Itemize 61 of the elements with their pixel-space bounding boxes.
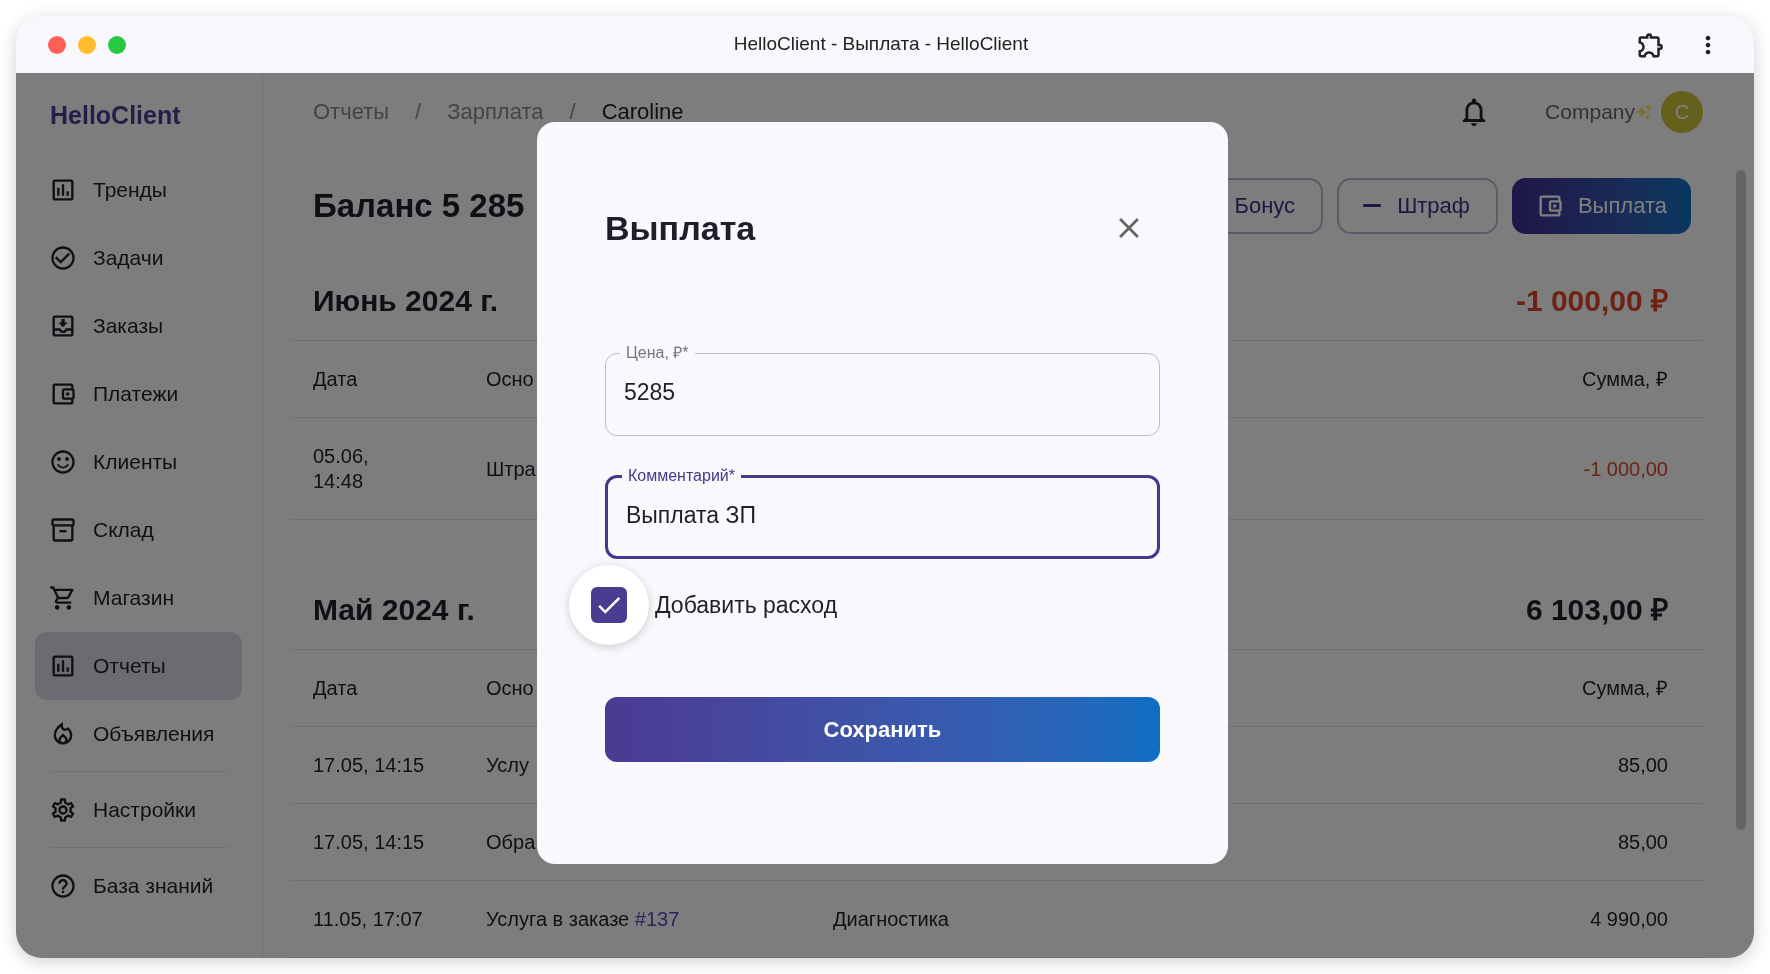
checkbox[interactable]: [591, 587, 627, 623]
month-heading: Май 2024 г.: [313, 592, 475, 628]
column-header: Дата: [313, 676, 359, 701]
help-icon: [49, 872, 77, 900]
dialog-title: Выплата: [605, 207, 756, 249]
month-total: 6 103,00 ₽: [1525, 592, 1668, 628]
column-header: Сумма, ₽: [1582, 367, 1668, 392]
breadcrumb-separator: /: [569, 98, 576, 127]
sidebar-item[interactable]: Задачи: [35, 224, 242, 292]
date-cell-text: 17.05, 14:15: [313, 752, 426, 778]
company-name[interactable]: Company: [1545, 95, 1635, 128]
scrollbar-thumb[interactable]: [1736, 170, 1746, 830]
month-heading: Июнь 2024 г.: [313, 283, 498, 319]
date-cell-text: 17.05, 14:15: [313, 829, 426, 855]
breadcrumb: Caroline: [601, 98, 684, 127]
month-total: -1 000,00 ₽: [1515, 283, 1668, 319]
basis-cell: Обра: [486, 831, 536, 853]
minus-icon: [1363, 204, 1382, 208]
date-cell-text: 11.05, 17:07: [313, 906, 424, 932]
amount-cell-text: 85,00: [1617, 753, 1668, 778]
checkbox-label: Добавить расход: [655, 590, 838, 620]
column-header: Сумма, ₽: [1582, 676, 1668, 701]
sidebar-item[interactable]: База знаний: [35, 852, 242, 920]
sidebar-item[interactable]: Платежи: [35, 360, 242, 428]
field-label: Цена, ₽*: [625, 343, 690, 363]
sidebar-item[interactable]: Объявления: [35, 700, 242, 768]
basis-cell: Услу: [486, 754, 530, 776]
smiley-icon: [49, 448, 77, 476]
sidebar-item[interactable]: Магазин: [35, 564, 242, 632]
settings-icon: [49, 796, 77, 824]
breadcrumb[interactable]: Отчеты: [313, 95, 390, 129]
sidebar-item[interactable]: Заказы: [35, 292, 242, 360]
column-header: Осно: [486, 367, 534, 392]
field-label: Комментарий*: [627, 466, 736, 486]
date-cell-text: 05.06, 14:48: [313, 443, 370, 494]
amount-cell-text: -1 000,00: [1583, 456, 1668, 482]
basis-cell: Услуга в заказе #137: [486, 908, 680, 930]
column-header: Осно: [486, 676, 534, 701]
order-link[interactable]: #137: [634, 908, 680, 930]
archive-box-icon: [49, 516, 77, 544]
amount-cell-text: 85,00: [1617, 830, 1668, 855]
payout-button[interactable]: Выплата: [1511, 177, 1691, 234]
sidebar-item[interactable]: Склад: [35, 496, 242, 564]
input-field[interactable]: Выплата ЗП: [620, 498, 1145, 533]
sparkle-icon: [1635, 102, 1653, 121]
breadcrumb-separator: /: [415, 98, 422, 127]
brand-logo: HelloClient: [50, 99, 181, 131]
sidebar-item[interactable]: Клиенты: [35, 428, 242, 496]
save-button[interactable]: Сохранить: [605, 697, 1160, 762]
balance-heading: Баланс 5 285: [313, 185, 525, 226]
window-title: HelloClient - Выплата - HelloClient: [732, 32, 1030, 57]
amount-cell-text: 4 990,00: [1590, 907, 1668, 932]
input-field[interactable]: 5285: [618, 375, 1147, 410]
breadcrumb[interactable]: Зарплата: [447, 95, 544, 129]
basis-cell: Штра: [486, 457, 536, 480]
comment-cell-text: Диагностика: [833, 907, 949, 932]
column-header: Дата: [313, 367, 359, 392]
sidebar-item[interactable]: Настройки: [35, 776, 242, 844]
outline-button[interactable]: Штраф: [1337, 177, 1498, 234]
sidebar-item[interactable]: Отчеты: [35, 632, 242, 700]
sidebar-item[interactable]: Тренды: [35, 156, 242, 224]
